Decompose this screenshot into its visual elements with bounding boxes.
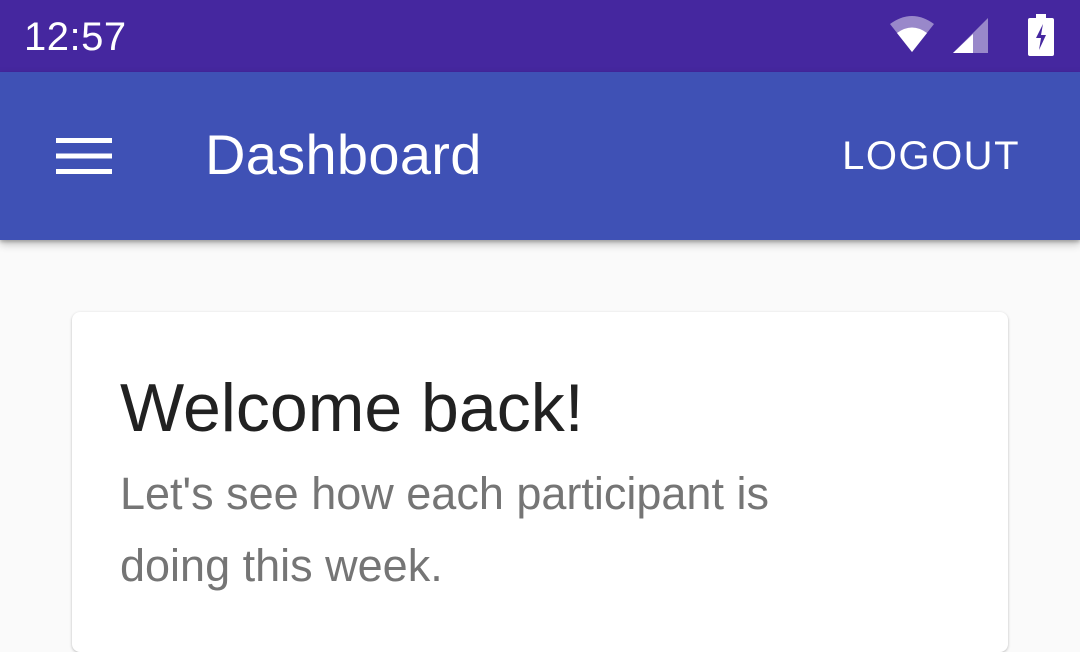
- menu-button[interactable]: [36, 116, 132, 196]
- page-title: Dashboard: [205, 123, 482, 186]
- welcome-title: Welcome back!: [120, 370, 584, 446]
- welcome-card: Welcome back! Let's see how each partici…: [72, 312, 1008, 652]
- logout-button[interactable]: LOGOUT: [828, 128, 1034, 184]
- hamburger-menu-icon: [56, 138, 112, 174]
- wifi-icon: [890, 16, 934, 52]
- status-time: 12:57: [24, 15, 127, 59]
- app-bar: Dashboard LOGOUT: [0, 72, 1080, 240]
- welcome-subtitle: Let's see how each participant is doing …: [120, 468, 769, 591]
- cellular-signal-icon: [953, 18, 988, 53]
- main-content: Welcome back! Let's see how each partici…: [0, 240, 1080, 652]
- battery-charging-icon: [1028, 14, 1054, 56]
- status-bar: 12:57: [0, 0, 1080, 72]
